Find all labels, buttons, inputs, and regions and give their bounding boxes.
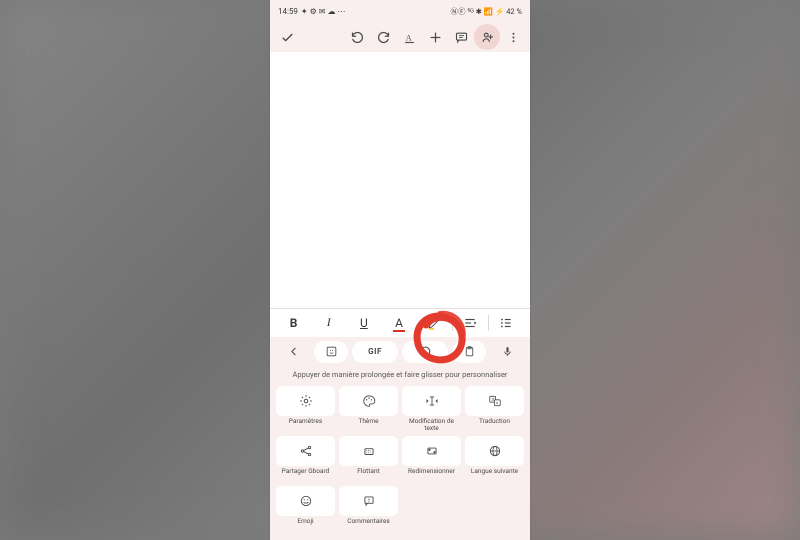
share-icon	[299, 444, 313, 458]
svg-text:文: 文	[491, 396, 495, 401]
phone-frame: 14:59 ✦ ⚙ ✉ ☁ ⋯ ⓃⒻ ⁵ᴳ ✱ 📶 ⚡ 42 % A	[270, 0, 530, 540]
list-button[interactable]	[489, 311, 524, 335]
keyboard-settings-grid: Paramètres Thème Modification de texte 文…	[270, 382, 530, 540]
tile-floating[interactable]: Flottant	[339, 436, 398, 482]
insert-button[interactable]	[422, 24, 448, 50]
underline-button[interactable]: U	[346, 311, 381, 335]
status-time: 14:59	[278, 7, 298, 16]
color-indicator	[393, 330, 405, 332]
feedback-icon	[362, 494, 376, 508]
bold-button[interactable]: B	[276, 311, 311, 335]
tile-parametres[interactable]: Paramètres	[276, 386, 335, 432]
status-icons-left: ✦ ⚙ ✉ ☁ ⋯	[301, 7, 346, 16]
gif-chip[interactable]: GIF	[352, 341, 398, 363]
gear-icon	[299, 394, 313, 408]
tile-feedback[interactable]: Commentaires	[339, 486, 398, 532]
tile-label: Paramètres	[289, 418, 322, 432]
tile-label: Flottant	[357, 468, 379, 482]
clipboard-chip[interactable]	[452, 341, 486, 363]
text-edit-icon	[425, 394, 439, 408]
tile-label: Partager Gboard	[282, 468, 330, 482]
confirm-button[interactable]	[274, 24, 300, 50]
palette-icon	[362, 394, 376, 408]
tile-label: Commentaires	[347, 518, 390, 532]
align-button[interactable]	[453, 311, 488, 335]
format-toolbar: B I U A	[270, 308, 530, 337]
tile-label: Traduction	[479, 418, 510, 432]
tile-translate[interactable]: 文A Traduction	[465, 386, 524, 432]
comment-button[interactable]	[448, 24, 474, 50]
status-icons-right: ⓃⒻ ⁵ᴳ ✱ 📶 ⚡ 42 %	[450, 6, 522, 17]
text-color-button[interactable]: A	[381, 311, 416, 335]
app-toolbar: A	[270, 22, 530, 52]
undo-button[interactable]	[344, 24, 370, 50]
tile-label: Modification de texte	[402, 418, 461, 432]
emoji-icon	[299, 494, 313, 508]
tile-share-gboard[interactable]: Partager Gboard	[276, 436, 335, 482]
tile-label: Thème	[358, 418, 378, 432]
resize-icon	[425, 444, 439, 458]
document-canvas[interactable]	[270, 52, 530, 308]
globe-icon	[488, 444, 502, 458]
keyboard-undo-chip[interactable]	[402, 341, 448, 363]
redo-button[interactable]	[370, 24, 396, 50]
italic-button[interactable]: I	[311, 311, 346, 335]
svg-text:A: A	[405, 33, 411, 42]
sticker-chip[interactable]	[314, 341, 348, 363]
keyboard-hint-text: Appuyer de manière prolongée et faire gl…	[270, 367, 530, 382]
status-bar: 14:59 ✦ ⚙ ✉ ☁ ⋯ ⓃⒻ ⁵ᴳ ✱ 📶 ⚡ 42 %	[270, 0, 530, 22]
share-button[interactable]	[474, 24, 500, 50]
keyboard-suggestion-row: GIF	[270, 337, 530, 367]
mic-button[interactable]	[490, 341, 524, 363]
tile-label: Emoji	[297, 518, 313, 532]
tile-resize[interactable]: Redimensionner	[402, 436, 461, 482]
tile-theme[interactable]: Thème	[339, 386, 398, 432]
keyboard-back-button[interactable]	[276, 341, 310, 363]
translate-icon: 文A	[488, 394, 502, 408]
more-button[interactable]	[500, 24, 526, 50]
text-format-button[interactable]: A	[396, 24, 422, 50]
tile-next-language[interactable]: Langue suivante	[465, 436, 524, 482]
tile-text-edit[interactable]: Modification de texte	[402, 386, 461, 432]
tile-label: Redimensionner	[408, 468, 455, 482]
tile-emoji[interactable]: Emoji	[276, 486, 335, 532]
highlight-button[interactable]	[417, 311, 452, 335]
tile-label: Langue suivante	[471, 468, 518, 482]
floating-icon	[362, 444, 376, 458]
